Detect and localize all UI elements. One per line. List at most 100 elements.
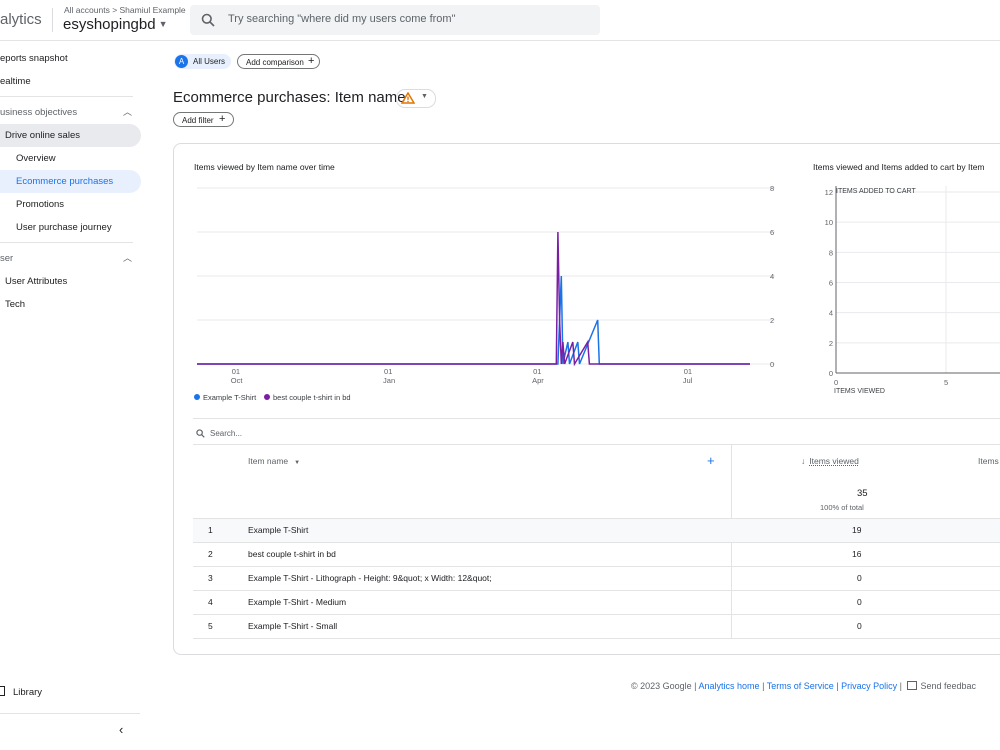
y-tick-label: 12	[825, 188, 833, 197]
collapse-nav-icon[interactable]: ‹	[119, 722, 123, 737]
y-tick-label: 2	[829, 339, 833, 348]
y-tick-label: 0	[770, 360, 774, 369]
search-icon	[201, 13, 215, 27]
nav-tech[interactable]: Tech	[5, 299, 25, 310]
row-index: 5	[208, 621, 213, 631]
x-tick-label: 01	[684, 367, 692, 376]
nav-divider	[0, 713, 140, 714]
row-border	[193, 638, 1000, 639]
x-tick-label: 5	[944, 378, 948, 387]
row-item-name: best couple t-shirt in bd	[248, 549, 336, 559]
segment-chip[interactable]: A All Users	[174, 54, 231, 69]
footer: © 2023 Google | Analytics home | Terms o…	[631, 681, 977, 691]
y-axis-label: ITEMS ADDED TO CART	[836, 188, 916, 195]
line-chart[interactable]: 0246801Oct01Jan01Apr01JulExample T-Shirt…	[190, 180, 790, 410]
property-name: esyshopingbd	[63, 16, 156, 33]
y-tick-label: 8	[829, 248, 833, 257]
send-feedback-link[interactable]: Send feedbac	[920, 681, 976, 691]
y-tick-label: 6	[770, 228, 774, 237]
search-icon	[196, 429, 205, 438]
add-filter-label: Add filter	[182, 116, 214, 125]
scatter-chart-title: Items viewed and Items added to cart by …	[813, 162, 985, 172]
nav-user-purchase-journey[interactable]: User purchase journey	[16, 222, 112, 233]
add-filter-button[interactable]: Add filter +	[173, 112, 234, 127]
x-tick-label: 01	[533, 367, 541, 376]
top-app-bar: alytics All accounts > Shamiul Example e…	[0, 0, 1000, 41]
segment-label: All Users	[193, 57, 226, 66]
row-index: 1	[208, 525, 213, 535]
y-tick-label: 8	[770, 184, 774, 193]
breadcrumb[interactable]: All accounts > Shamiul Example	[64, 5, 186, 15]
legend-dot	[194, 394, 200, 400]
analytics-logo[interactable]: alytics	[0, 11, 42, 28]
table-row[interactable]	[193, 519, 1000, 542]
nav-section-business-objectives[interactable]: usiness objectives	[0, 107, 77, 118]
row-items-viewed: 0	[857, 597, 862, 607]
caret-down-icon: ▼	[421, 93, 428, 100]
total-value: 35	[857, 488, 868, 499]
nav-divider	[0, 96, 133, 97]
feedback-icon	[907, 681, 918, 690]
legend-label[interactable]: best couple t-shirt in bd	[273, 393, 351, 402]
y-tick-label: 6	[829, 279, 833, 288]
x-tick-label: Apr	[532, 376, 544, 385]
analytics-home-link[interactable]: Analytics home	[699, 681, 760, 691]
legend-label[interactable]: Example T-Shirt	[203, 393, 257, 402]
y-tick-label: 2	[770, 316, 774, 325]
nav-reports-snapshot[interactable]: eports snapshot	[0, 53, 68, 64]
nav-realtime[interactable]: ealtime	[0, 76, 31, 87]
row-index: 2	[208, 549, 213, 559]
dimension-header[interactable]: Item name ▼	[248, 456, 300, 466]
caret-down-icon: ▼	[294, 460, 301, 466]
dimension-header-label: Item name	[248, 456, 289, 466]
folder-icon	[0, 686, 5, 696]
row-items-viewed: 19	[852, 525, 862, 535]
nav-ecommerce-purchases-label: Ecommerce purchases	[16, 176, 114, 187]
terms-link[interactable]: Terms of Service	[767, 681, 834, 691]
brand-divider	[52, 8, 53, 32]
table-search-input[interactable]: Search...	[210, 429, 242, 438]
copyright: © 2023 Google |	[631, 681, 697, 691]
nav-user-attributes[interactable]: User Attributes	[5, 276, 67, 287]
items-header-2[interactable]: Items	[978, 456, 999, 466]
table-divider	[193, 418, 1000, 419]
property-selector[interactable]: esyshopingbd ▼	[63, 16, 168, 33]
row-item-name: Example T-Shirt - Small	[248, 621, 338, 631]
nav-library[interactable]: Library	[0, 686, 42, 698]
privacy-link[interactable]: Privacy Policy	[841, 681, 897, 691]
chevron-up-icon[interactable]: ︿	[123, 251, 132, 264]
x-tick-label: 0	[834, 378, 838, 387]
page-title: Ecommerce purchases: Item name	[173, 89, 406, 106]
nav-section-user[interactable]: ser	[0, 253, 13, 264]
y-tick-label: 0	[829, 369, 833, 378]
add-dimension-plus-icon[interactable]: +	[707, 453, 715, 468]
plus-icon: +	[308, 55, 315, 67]
items-viewed-header[interactable]: ↓ Items viewed	[801, 456, 859, 466]
left-nav: eports snapshot ealtime usiness objectiv…	[0, 41, 150, 750]
data-quality-button[interactable]: ▼	[396, 89, 436, 108]
x-axis-label: ITEMS VIEWED	[834, 388, 885, 395]
series-line[interactable]	[197, 231, 750, 367]
chevron-up-icon[interactable]: ︿	[123, 105, 132, 118]
x-tick-label: 01	[232, 367, 240, 376]
table-header-border	[193, 444, 1000, 445]
row-items-viewed: 0	[857, 573, 862, 583]
y-tick-label: 4	[829, 309, 833, 318]
search-placeholder: Try searching "where did my users come f…	[228, 13, 456, 25]
row-items-viewed: 0	[857, 621, 862, 631]
total-percent: 100% of total	[820, 503, 864, 512]
caret-down-icon: ▼	[158, 19, 168, 29]
add-comparison-button[interactable]: Add comparison +	[237, 54, 320, 69]
add-comparison-label: Add comparison	[246, 58, 304, 67]
x-tick-label: Oct	[231, 376, 244, 385]
row-index: 4	[208, 597, 213, 607]
nav-promotions[interactable]: Promotions	[16, 199, 64, 210]
search-bar[interactable]: Try searching "where did my users come f…	[190, 5, 600, 35]
x-tick-label: 01	[384, 367, 392, 376]
nav-library-label: Library	[13, 687, 43, 698]
y-tick-label: 10	[825, 218, 833, 227]
row-item-name: Example T-Shirt - Medium	[248, 597, 347, 607]
scatter-chart[interactable]: 0 2 4 6 8 10 12 0 5 ITEMS ADDED TO CART ITEMS VIEW…	[810, 180, 1000, 405]
items-viewed-header-label: Items viewed	[809, 456, 859, 466]
nav-overview[interactable]: Overview	[16, 153, 56, 164]
